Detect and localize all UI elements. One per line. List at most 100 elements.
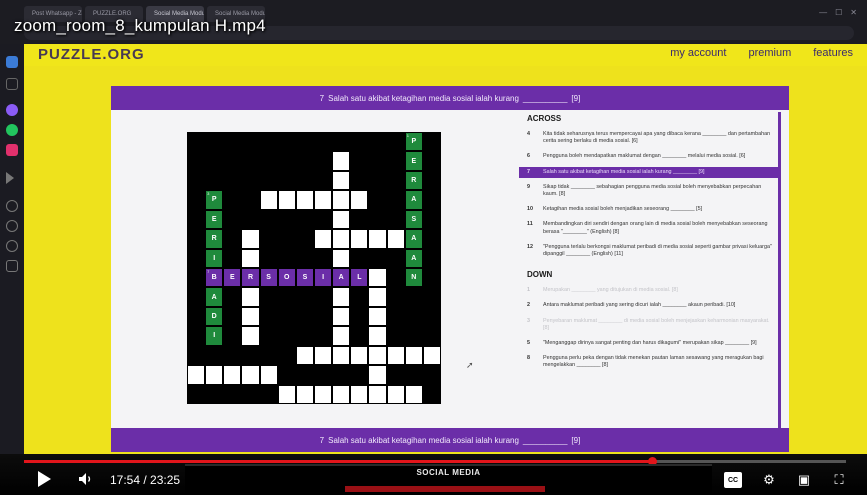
grid-cell[interactable]: A <box>332 268 351 288</box>
grid-cell[interactable]: 7B <box>205 268 224 288</box>
grid-cell[interactable] <box>332 384 351 404</box>
nav-premium[interactable]: premium <box>748 47 791 59</box>
grid-cell[interactable]: I <box>205 248 224 268</box>
grid-cell[interactable] <box>404 384 423 404</box>
grid-cell[interactable] <box>314 190 333 210</box>
grid-cell[interactable] <box>386 229 405 249</box>
grid-cell[interactable] <box>259 190 278 210</box>
grid-cell[interactable] <box>314 345 333 366</box>
progress-bar[interactable] <box>24 457 846 466</box>
grid-cell[interactable]: O <box>277 268 296 288</box>
grid-cell[interactable] <box>332 345 351 366</box>
grid-cell[interactable] <box>241 326 260 346</box>
across-clue-6[interactable]: 6 Pengguna boleh mendapatkan maklumat den… <box>519 151 778 162</box>
grid-cell[interactable] <box>350 345 369 366</box>
grid-cell[interactable] <box>332 287 351 307</box>
grid-cell[interactable]: A <box>404 229 423 249</box>
grid-cell[interactable] <box>205 365 224 385</box>
down-clue-5[interactable]: 5 "Menganggap dirinya sangat penting dan … <box>519 338 778 349</box>
site-logo[interactable]: PUZZLE.ORG <box>38 46 145 63</box>
grid-cell[interactable]: A <box>404 190 423 210</box>
grid-cell[interactable]: E <box>205 209 224 230</box>
grid-cell[interactable] <box>295 345 314 366</box>
grid-cell[interactable] <box>277 190 296 210</box>
grid-cell[interactable] <box>332 306 351 327</box>
grid-cell[interactable] <box>368 384 387 404</box>
grid-cell[interactable]: R <box>241 268 260 288</box>
grid-cell[interactable] <box>223 365 242 385</box>
grid-cell[interactable]: E <box>404 151 423 171</box>
grid-cell[interactable] <box>241 229 260 249</box>
grid-cell[interactable]: E <box>223 268 242 288</box>
across-clue-12[interactable]: 12 "Pengguna terlalu berkongsi maklumat p… <box>519 242 778 260</box>
grid-cell[interactable] <box>332 248 351 268</box>
grid-cell[interactable] <box>241 306 260 327</box>
down-clue-2[interactable]: 2 Antara maklumat peribadi yang sering di… <box>519 300 778 311</box>
grid-cell[interactable]: A <box>205 287 224 307</box>
grid-cell[interactable] <box>332 229 351 249</box>
grid-cell[interactable] <box>295 384 314 404</box>
grid-cell[interactable]: S <box>259 268 278 288</box>
grid-cell[interactable] <box>277 384 296 404</box>
grid-cell[interactable]: A <box>404 248 423 268</box>
grid-cell[interactable]: I <box>205 326 224 346</box>
across-clue-9[interactable]: 9 Sikap tidak ________ sebahagian penggun… <box>519 182 778 200</box>
grid-cell[interactable] <box>332 209 351 230</box>
grid-cell[interactable] <box>295 190 314 210</box>
down-clue-8[interactable]: 8 Pengguna perlu peka dengan tidak meneka… <box>519 353 778 371</box>
grid-cell[interactable]: R <box>404 170 423 191</box>
grid-cell[interactable] <box>259 365 278 385</box>
grid-cell[interactable]: 3P <box>205 190 224 210</box>
grid-cell[interactable] <box>332 190 351 210</box>
down-clue-3[interactable]: 3 Penyebaran maklumat ________ di media s… <box>519 316 778 334</box>
grid-cell[interactable] <box>314 229 333 249</box>
across-clue-10[interactable]: 10 Ketagihan media sosial boleh menjadika… <box>519 204 778 215</box>
grid-cell[interactable]: 1P <box>404 132 423 152</box>
clue-number: 7 <box>319 93 325 103</box>
grid-cell[interactable] <box>368 326 387 346</box>
grid-cell[interactable] <box>241 365 260 385</box>
crossword-grid[interactable]: 3PERIADI1PERASAAN7BERSOSIAL <box>187 132 441 404</box>
grid-cell[interactable] <box>368 365 387 385</box>
grid-cell[interactable] <box>368 287 387 307</box>
grid-cell[interactable] <box>241 248 260 268</box>
grid-cell[interactable] <box>350 229 369 249</box>
grid-cell[interactable] <box>350 384 369 404</box>
across-clue-11[interactable]: 11 Membandingkan diri sendiri dengan oran… <box>519 219 778 237</box>
grid-cell[interactable]: D <box>205 306 224 327</box>
grid-cell[interactable] <box>386 345 405 366</box>
grid-cell[interactable] <box>187 365 206 385</box>
across-clue-7[interactable]: 7 Salah satu akibat ketagihan media sosia… <box>519 166 778 178</box>
grid-cell[interactable] <box>386 384 405 404</box>
grid-cell[interactable] <box>422 345 441 366</box>
across-clue-4[interactable]: 4 Kita tidak seharusnya terus mempercayai… <box>519 129 778 147</box>
play-button[interactable] <box>38 471 51 487</box>
grid-cell[interactable]: N <box>404 268 423 288</box>
grid-cell[interactable] <box>332 151 351 171</box>
grid-cell[interactable]: S <box>404 209 423 230</box>
grid-cell[interactable] <box>368 345 387 366</box>
down-clue-1[interactable]: 1 Merupakan ________ yang ditujukan di me… <box>519 285 778 296</box>
grid-cell[interactable] <box>314 384 333 404</box>
miniplayer-icon[interactable]: ▣ <box>795 472 813 488</box>
nav-my-account[interactable]: my account <box>670 47 726 59</box>
grid-cell[interactable] <box>368 268 387 288</box>
nav-features[interactable]: features <box>813 47 853 59</box>
grid-cell[interactable]: S <box>295 268 314 288</box>
grid-cell[interactable] <box>350 190 369 210</box>
grid-cell[interactable]: L <box>350 268 369 288</box>
settings-gear-icon[interactable]: ⚙ <box>760 472 778 488</box>
grid-cell[interactable] <box>241 287 260 307</box>
captions-button[interactable]: CC <box>724 472 742 488</box>
volume-icon[interactable] <box>78 472 94 486</box>
fullscreen-icon[interactable]: ⛶ <box>830 472 848 488</box>
grid-cell[interactable] <box>404 345 423 366</box>
video-player-frame[interactable]: Post Whatsapp - Zoom PUZZLE.ORG Social M… <box>0 0 867 495</box>
window-controls: ― ☐ ✕ <box>819 8 857 17</box>
grid-cell[interactable]: R <box>205 229 224 249</box>
grid-cell[interactable] <box>368 306 387 327</box>
grid-cell[interactable] <box>368 229 387 249</box>
grid-cell[interactable] <box>332 326 351 346</box>
grid-cell[interactable] <box>332 170 351 191</box>
grid-cell[interactable]: I <box>314 268 333 288</box>
